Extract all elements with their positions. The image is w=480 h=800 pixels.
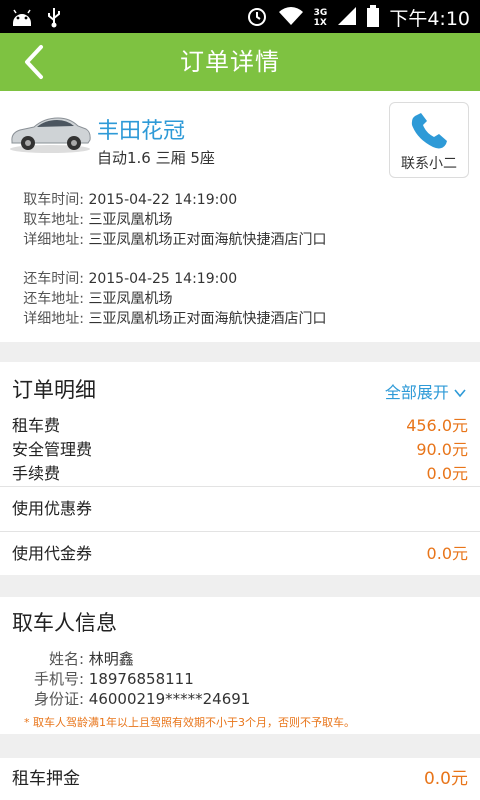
app-bar: 订单详情 — [0, 33, 480, 91]
deposit-card: 租车押金 0.0元 — [0, 758, 480, 800]
status-bar: 3G 1X 下午4:10 — [0, 0, 480, 33]
alarm-icon — [246, 5, 268, 31]
renter-name-row: 姓名: 林明鑫 — [48, 650, 134, 668]
car-name: 丰田花冠 — [97, 119, 186, 144]
use-coupon-row[interactable]: 使用优惠券 — [0, 487, 480, 531]
use-voucher-row[interactable]: 使用代金券 0.0元 — [0, 532, 480, 576]
chevron-down-icon — [454, 389, 466, 398]
back-button[interactable] — [14, 41, 54, 83]
battery-icon — [367, 4, 380, 31]
contact-service-label: 联系小二 — [401, 156, 457, 172]
order-detail-title: 订单明细 — [12, 378, 96, 402]
deposit-row: 租车押金 0.0元 — [12, 769, 468, 789]
fee-row-service: 手续费 0.0元 — [12, 464, 468, 483]
usb-icon — [46, 6, 62, 32]
return-place-row: 还车地址: 三亚凤凰机场 — [23, 291, 173, 307]
pickup-detail-row: 详细地址: 三亚凤凰机场正对面海航快捷酒店门口 — [23, 232, 327, 248]
pickup-time-row: 取车时间: 2015-04-22 14:19:00 — [23, 192, 238, 208]
clock-time: 下午4:10 — [389, 8, 470, 30]
return-detail-row: 详细地址: 三亚凤凰机场正对面海航快捷酒店门口 — [23, 311, 327, 327]
car-image — [8, 105, 92, 155]
expand-all-button[interactable]: 全部展开 — [385, 379, 466, 403]
fee-row-safety: 安全管理费 90.0元 — [12, 440, 468, 459]
contact-service-button[interactable]: 联系小二 — [389, 102, 469, 178]
chevron-left-icon — [25, 45, 43, 79]
android-icon — [10, 7, 34, 31]
signal-icon — [337, 6, 357, 30]
page-title: 订单详情 — [180, 48, 280, 76]
renter-notice: * 取车人驾龄满1年以上且驾照有效期不小于3个月，否则不予取车。 — [24, 716, 355, 729]
wifi-icon — [278, 6, 304, 30]
pickup-place-row: 取车地址: 三亚凤凰机场 — [23, 212, 173, 228]
car-spec: 自动1.6 三厢 5座 — [97, 149, 215, 167]
renter-id-row: 身份证: 46000219*****24691 — [33, 690, 251, 708]
fee-row-rental: 租车费 456.0元 — [12, 416, 468, 435]
renter-info-title: 取车人信息 — [12, 611, 117, 635]
order-detail-card: 订单明细 全部展开 租车费 456.0元 安全管理费 90.0元 手续费 0.0元 使… — [0, 362, 480, 575]
renter-phone-row: 手机号: 18976858111 — [33, 670, 194, 688]
phone-icon — [409, 111, 451, 155]
return-time-row: 还车时间: 2015-04-25 14:19:00 — [23, 271, 238, 287]
network-type: 3G 1X — [313, 7, 328, 28]
